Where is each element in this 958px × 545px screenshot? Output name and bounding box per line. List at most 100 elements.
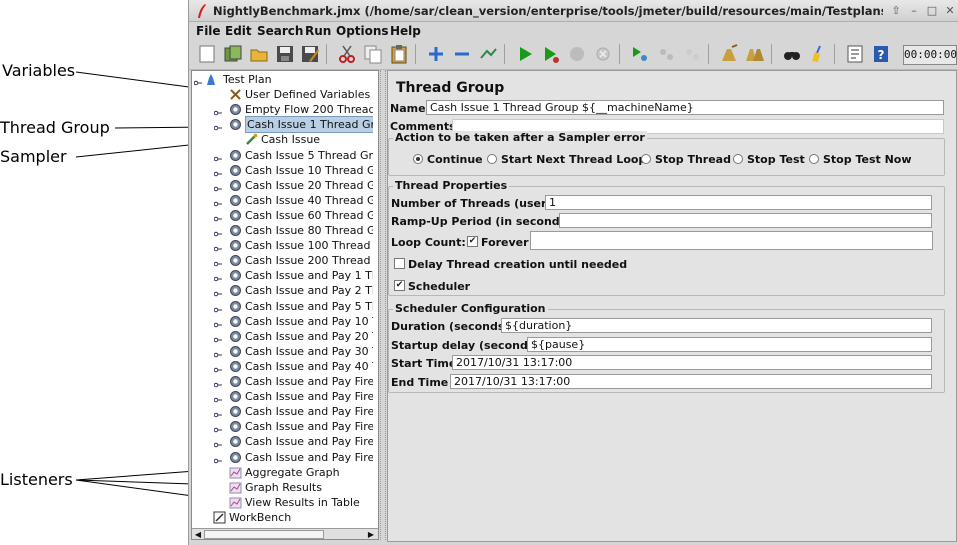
loop-count-field[interactable] [530,231,933,250]
tree-item[interactable]: Cash Issue and Pay Firewall [192,389,378,404]
expand-handle-icon[interactable] [213,152,222,161]
radio-button[interactable] [487,154,497,164]
tree-item[interactable]: Cash Issue and Pay 1 Thread Group [192,268,378,283]
radio-button[interactable] [641,154,651,164]
forever-checkbox[interactable]: ✔ [467,236,478,247]
title-bar[interactable]: NightlyBenchmark.jmx (/home/sar/clean_ve… [189,0,958,22]
cut-icon[interactable] [336,43,358,65]
tree-item[interactable]: Aggregate Graph [192,465,378,480]
tree-item[interactable]: Cash Issue 20 Thread Group [192,178,378,193]
tree-item[interactable]: Cash Issue and Pay Firewall [192,404,378,419]
expand-handle-icon[interactable] [213,227,222,237]
tree-item[interactable]: Cash Issue and Pay Firewall [192,419,378,434]
tree-item[interactable]: Cash Issue and Pay 2 Thread Group [192,283,378,298]
tree-item[interactable]: Cash Issue 100 Thread Group [192,238,378,253]
test-plan-tree[interactable]: Test Plan User Defined Variables Empty Flo… [191,70,379,540]
collapse-icon[interactable] [451,43,473,65]
expand-icon[interactable] [425,43,447,65]
copy-icon[interactable] [362,43,384,65]
open-icon[interactable] [248,43,270,65]
tree-item[interactable]: Cash Issue and Pay Firewall [192,374,378,389]
panel-splitter[interactable] [380,70,386,540]
tree-item[interactable]: Cash Issue [192,132,378,147]
end-time-field[interactable]: 2017/10/31 13:17:00 [450,374,932,389]
menu-run[interactable]: Run [305,24,331,38]
tree-item[interactable]: WorkBench [192,510,378,525]
menu-search[interactable]: Search [257,24,303,38]
start-no-pause-icon[interactable] [540,43,562,65]
expand-handle-icon[interactable] [213,303,222,312]
start-time-field[interactable]: 2017/10/31 13:17:00 [452,355,932,370]
tree-item[interactable]: Cash Issue and Pay 30 Thread Group [192,344,378,359]
clear-icon[interactable] [718,43,740,65]
expand-handle-icon[interactable] [213,423,222,433]
expand-handle-icon[interactable] [213,333,222,342]
expand-handle-icon[interactable] [213,287,222,297]
expand-handle-icon[interactable] [213,393,222,403]
scheduler-checkbox[interactable]: ✔ [394,280,405,291]
expand-handle-icon[interactable] [213,106,222,116]
save-as-icon[interactable] [299,43,321,65]
tree-item[interactable]: Empty Flow 200 Thread Group [192,102,378,117]
new-icon[interactable] [196,43,218,65]
tree-item[interactable]: Cash Issue and Pay Firewall [192,434,378,449]
expand-handle-icon[interactable] [213,363,222,373]
remote-stop-icon[interactable] [655,43,677,65]
radio-button[interactable] [413,154,423,164]
expand-handle-icon[interactable] [213,272,222,282]
close-button[interactable]: ✕ [943,4,957,18]
shutdown-icon[interactable] [592,43,614,65]
menu-file[interactable]: File [196,24,221,38]
expand-handle-icon[interactable] [213,197,222,207]
name-field[interactable]: Cash Issue 1 Thread Group ${__machineNam… [426,100,944,115]
tree-item[interactable]: Cash Issue 10 Thread Group [192,163,378,178]
threads-field[interactable]: 1 [545,195,932,210]
tree-item[interactable]: Cash Issue 5 Thread Group [192,148,378,163]
tree-item[interactable]: Cash Issue and Pay 10 Thread Group [192,314,378,329]
stop-icon[interactable] [566,43,588,65]
expand-handle-icon[interactable] [193,76,202,86]
expand-handle-icon[interactable] [213,257,222,267]
tree-item[interactable]: View Results in Table [192,495,378,510]
duration-field[interactable]: ${duration} [501,318,932,333]
expand-handle-icon[interactable] [213,167,222,176]
scroll-right-arrow-icon[interactable]: ▶ [366,530,376,539]
help-icon[interactable]: ? [870,43,892,65]
tree-item[interactable]: Graph Results [192,480,378,495]
tree-item[interactable]: Cash Issue 40 Thread Group [192,193,378,208]
startup-delay-field[interactable]: ${pause} [527,337,932,352]
menu-edit[interactable]: Edit [225,24,252,38]
save-icon[interactable] [274,43,296,65]
function-helper-icon[interactable] [844,43,866,65]
scroll-thumb[interactable] [204,530,324,539]
remote-start-icon[interactable] [629,43,651,65]
tree-horizontal-scrollbar[interactable]: ◀ ▶ [192,528,378,539]
radio-button[interactable] [809,154,819,164]
expand-handle-icon[interactable] [213,318,222,327]
clear-all-icon[interactable] [744,43,766,65]
tree-item[interactable]: Cash Issue and Pay 20 Thread Group [192,329,378,344]
expand-handle-icon[interactable] [213,348,222,358]
menu-help[interactable]: Help [390,24,421,38]
binoculars-icon[interactable] [781,43,803,65]
tree-item[interactable]: Cash Issue and Pay 40 Thread Group [192,359,378,374]
radio-button[interactable] [733,154,743,164]
broom-icon[interactable] [807,43,829,65]
tree-item[interactable]: Cash Issue 80 Thread Group [192,223,378,238]
expand-handle-icon[interactable] [213,242,222,252]
paste-icon[interactable] [388,43,410,65]
remote-shutdown-icon[interactable] [681,43,703,65]
shade-button[interactable]: ⇧ [889,4,903,18]
menu-options[interactable]: Options [336,24,389,38]
expand-handle-icon[interactable] [213,182,222,191]
tree-item[interactable]: Cash Issue 200 Thread Group [192,253,378,268]
tree-item[interactable]: User Defined Variables [192,87,378,102]
tree-item[interactable]: Cash Issue and Pay Firewall [192,450,378,465]
start-icon[interactable] [514,43,536,65]
delay-thread-checkbox[interactable] [394,258,405,269]
tree-item[interactable]: Cash Issue 60 Thread Group [192,208,378,223]
toggle-icon[interactable] [477,43,499,65]
tree-item[interactable]: Cash Issue and Pay 5 Thread Group [192,299,378,314]
expand-handle-icon[interactable] [213,438,222,448]
maximize-button[interactable]: □ [925,4,939,18]
